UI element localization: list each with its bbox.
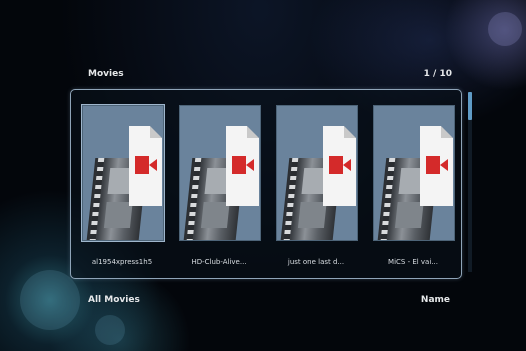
video-file-icon	[323, 126, 356, 206]
media-tile[interactable]	[276, 105, 358, 241]
bokeh-light	[20, 270, 80, 330]
media-title: HD-Club-Alive...	[191, 258, 247, 266]
sort-label[interactable]: Name	[421, 295, 450, 305]
media-tile[interactable]	[82, 105, 164, 241]
page-counter: 1 / 10	[423, 69, 452, 79]
video-file-icon	[226, 126, 259, 206]
scrollbar-thumb[interactable]	[468, 92, 472, 120]
media-tile[interactable]	[373, 105, 455, 241]
media-title: just one last d...	[287, 258, 345, 266]
filter-label[interactable]: All Movies	[88, 295, 140, 305]
video-file-icon	[420, 126, 453, 206]
video-file-icon	[129, 126, 162, 206]
media-tile[interactable]	[179, 105, 261, 241]
scrollbar[interactable]	[468, 92, 472, 272]
section-title: Movies	[88, 69, 124, 79]
media-title: MiCS - El vai...	[388, 258, 438, 266]
media-title: al1954xpress1h5	[91, 258, 153, 266]
bokeh-light	[488, 12, 522, 46]
bokeh-light	[95, 315, 125, 345]
